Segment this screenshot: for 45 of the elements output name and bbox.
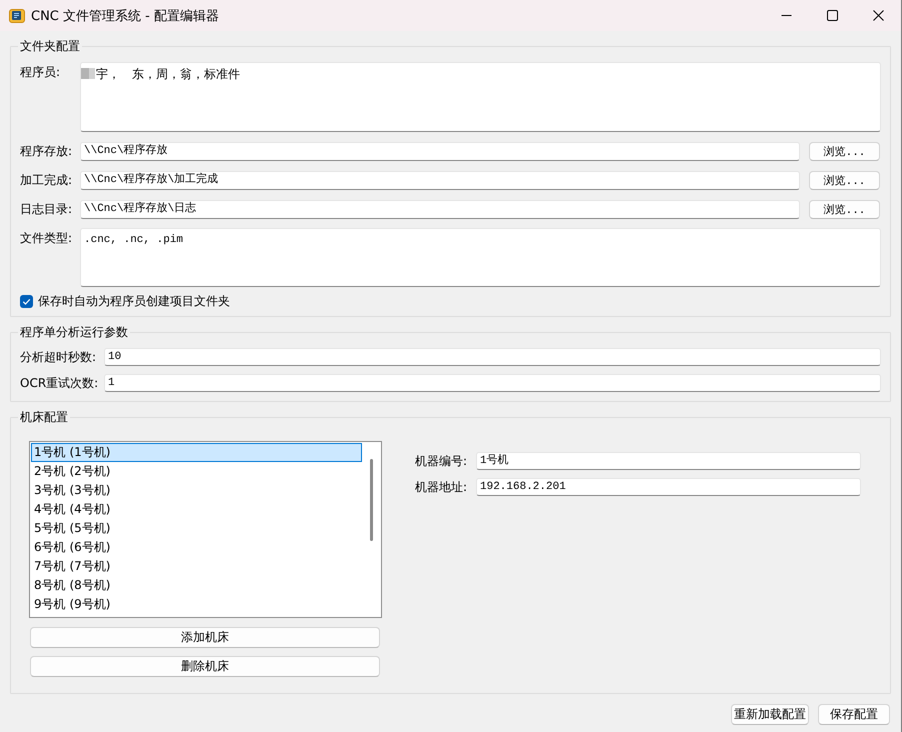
path-field[interactable]: \\Cnc\程序存放\加工完成 bbox=[80, 171, 800, 190]
group-title: 程序单分析运行参数 bbox=[18, 324, 130, 340]
scrollbar-thumb[interactable] bbox=[370, 459, 373, 541]
field-label: 文件类型: bbox=[20, 230, 74, 246]
text-area[interactable]: .cnc, .nc, .pim bbox=[80, 228, 881, 287]
list-item[interactable]: 1号机 (1号机) bbox=[31, 443, 362, 462]
list-item[interactable]: 7号机 (7号机) bbox=[31, 557, 362, 576]
field-label: 机器编号: bbox=[415, 453, 468, 470]
field-label: 加工完成: bbox=[20, 172, 74, 189]
window-title: CNC 文件管理系统 - 配置编辑器 bbox=[31, 8, 220, 24]
list-item[interactable]: 4号机 (4号机) bbox=[31, 500, 362, 519]
field-label: 程序存放: bbox=[20, 143, 74, 160]
field-label: 日志目录: bbox=[20, 201, 74, 218]
browse-button[interactable]: 浏览... bbox=[809, 171, 880, 190]
group-title: 文件夹配置 bbox=[18, 38, 82, 54]
text-field[interactable]: 1号机 bbox=[476, 452, 861, 470]
group-title: 机床配置 bbox=[18, 409, 70, 425]
list-item[interactable]: 2号机 (2号机) bbox=[31, 462, 362, 481]
list-item[interactable]: 3号机 (3号机) bbox=[31, 481, 362, 500]
text-field[interactable]: 192.168.2.201 bbox=[476, 478, 861, 496]
list-item[interactable]: 6号机 (6号机) bbox=[31, 538, 362, 557]
path-field[interactable]: \\Cnc\程序存放\日志 bbox=[80, 200, 800, 219]
reload-button[interactable]: 重新加载配置 bbox=[731, 704, 809, 725]
path-field[interactable]: \\Cnc\程序存放 bbox=[80, 142, 800, 161]
delete-button[interactable]: 删除机床 bbox=[30, 656, 380, 677]
text-field[interactable]: 10 bbox=[104, 348, 881, 366]
browse-button[interactable]: 浏览... bbox=[809, 200, 880, 219]
text-area[interactable]: 宇， 东，周，翁，标准件 bbox=[80, 62, 881, 132]
redaction-block bbox=[81, 68, 95, 79]
list-item[interactable]: 8号机 (8号机) bbox=[31, 576, 362, 595]
add-button[interactable]: 添加机床 bbox=[30, 627, 380, 648]
field-label: 分析超时秒数: bbox=[20, 349, 98, 366]
app-icon bbox=[9, 8, 25, 24]
maximize-icon bbox=[826, 10, 838, 21]
close-icon bbox=[872, 10, 884, 21]
list-item[interactable]: 5号机 (5号机) bbox=[31, 519, 362, 538]
field-label: OCR重试次数: bbox=[20, 375, 100, 392]
list-item[interactable]: 9号机 (9号机) bbox=[31, 595, 362, 614]
browse-button[interactable]: 浏览... bbox=[809, 142, 880, 161]
save-button[interactable]: 保存配置 bbox=[818, 704, 890, 725]
field-label: 机器地址: bbox=[415, 479, 468, 496]
text-field[interactable]: 1 bbox=[104, 374, 881, 392]
field-label: 程序员: bbox=[20, 64, 62, 81]
checkbox[interactable] bbox=[20, 294, 33, 308]
checkbox-label: 保存时自动为程序员创建项目文件夹 bbox=[38, 292, 230, 310]
